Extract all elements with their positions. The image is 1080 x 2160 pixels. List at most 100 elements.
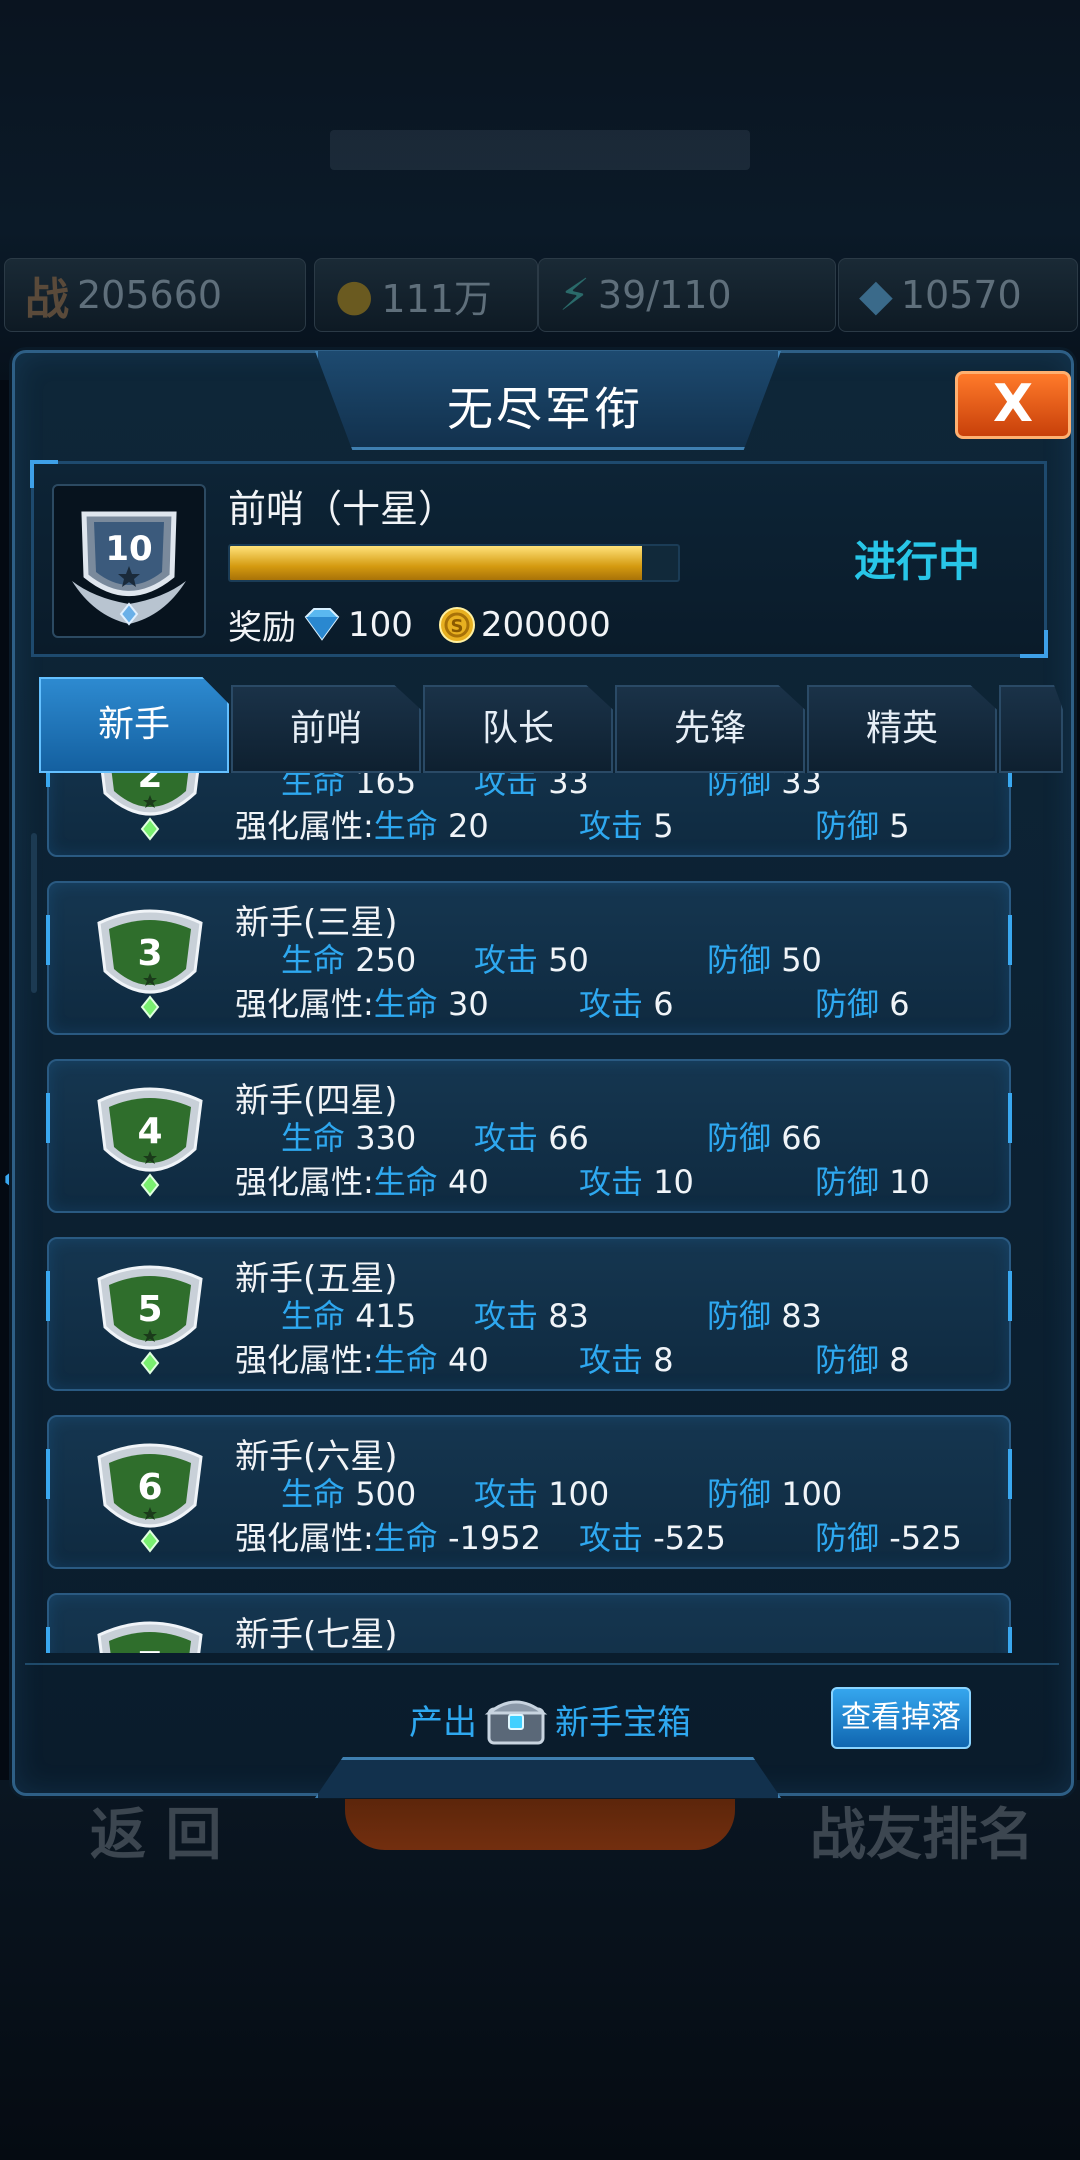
rank-list[interactable]: 2 生命 165 攻击 33 防御 33 强化属性:生命 20 攻击 5 防御 5 3 新手(三… bbox=[35, 773, 1035, 1653]
enhance-stats: 强化属性:生命 40 bbox=[235, 1335, 489, 1381]
energy-value: 39/110 bbox=[597, 273, 732, 317]
enhance-def-label: 防御 bbox=[815, 1519, 880, 1557]
enhance-def: 防御 8 bbox=[815, 1335, 910, 1381]
enhance-hp-value: 30 bbox=[447, 985, 489, 1023]
hp-label: 生命 bbox=[281, 1475, 346, 1513]
rank-title: 新手(七星) bbox=[235, 1615, 398, 1653]
rank-card[interactable]: 5 新手(五星) 生命 415 攻击 83 防御 83 强化属性:生命 40 攻击 8 防御 … bbox=[46, 1237, 1012, 1391]
atk-value: 66 bbox=[548, 1119, 589, 1157]
reward-gold-amount: 200000 bbox=[480, 604, 611, 645]
def-label: 防御 bbox=[707, 1475, 772, 1513]
rank-status: 进行中 bbox=[854, 537, 981, 586]
reward-label: 奖励 bbox=[228, 608, 296, 648]
gold-value: 111万 bbox=[381, 276, 492, 321]
base-atk: 攻击 100 bbox=[474, 1469, 609, 1515]
enhance-hp-value: 20 bbox=[447, 807, 489, 845]
battle-power-icon: 战 bbox=[25, 274, 69, 325]
hp-value: 500 bbox=[355, 1475, 417, 1513]
rank-card[interactable]: 4 新手(四星) 生命 330 攻击 66 防御 66 强化属性:生命 40 攻击 10 防御… bbox=[46, 1059, 1012, 1213]
diamond-stat: ◆ 10570 bbox=[838, 258, 1078, 332]
base-def: 防御 100 bbox=[707, 1469, 842, 1515]
view-drops-button[interactable]: 查看掉落 bbox=[831, 1687, 971, 1749]
ranking-button[interactable]: 战友排名 bbox=[810, 1790, 1034, 1871]
enhance-atk-label: 攻击 bbox=[579, 1341, 644, 1379]
hp-label: 生命 bbox=[281, 773, 346, 801]
enhance-atk-value: 10 bbox=[653, 1163, 694, 1201]
hp-label: 生命 bbox=[281, 1297, 346, 1335]
dialog-title: 无尽军衔 bbox=[447, 382, 643, 436]
base-def: 防御 83 bbox=[707, 1291, 822, 1337]
background-main-button bbox=[345, 1790, 735, 1850]
atk-value: 33 bbox=[548, 773, 589, 801]
atk-label: 攻击 bbox=[474, 773, 539, 801]
enhance-label: 强化属性: bbox=[235, 1519, 374, 1557]
atk-value: 100 bbox=[548, 1475, 610, 1513]
base-stats: 生命 165 bbox=[281, 773, 416, 803]
gold-coin-icon: ● bbox=[335, 269, 374, 321]
hp-label: 生命 bbox=[281, 941, 346, 979]
enhance-atk-label: 攻击 bbox=[579, 807, 644, 845]
enhance-label: 强化属性: bbox=[235, 1163, 374, 1201]
enhance-hp-label: 生命 bbox=[373, 1341, 438, 1379]
enhance-hp-value: 40 bbox=[447, 1341, 489, 1379]
enhance-atk: 攻击 10 bbox=[579, 1157, 694, 1203]
tab-next-partial[interactable] bbox=[999, 685, 1063, 773]
rank-progress-fill bbox=[230, 546, 643, 580]
rank-badge-icon: 6 bbox=[97, 1443, 203, 1553]
atk-label: 攻击 bbox=[474, 1119, 539, 1157]
produce-label: 产出 bbox=[409, 1702, 477, 1743]
def-value: 66 bbox=[781, 1119, 822, 1157]
battle-power-stat: 战 205660 bbox=[4, 258, 306, 332]
tab-captain[interactable]: 队长 bbox=[423, 685, 613, 773]
rank-tabs: 新手 前哨 队长 先锋 精英 bbox=[31, 675, 1063, 773]
hp-value: 415 bbox=[355, 1297, 417, 1335]
enhance-stats: 强化属性:生命 -1952 bbox=[235, 1513, 541, 1559]
tab-vanguard[interactable]: 先锋 bbox=[615, 685, 805, 773]
tab-novice[interactable]: 新手 bbox=[39, 677, 229, 773]
rank-card[interactable]: 7新手(七星)生命 攻击 防御 强化属性:生命 攻击 防御 bbox=[46, 1593, 1012, 1653]
base-atk: 攻击 33 bbox=[474, 773, 589, 803]
back-button[interactable]: 返 回 bbox=[90, 1790, 222, 1871]
atk-value: 50 bbox=[548, 941, 589, 979]
base-atk: 攻击 50 bbox=[474, 935, 589, 981]
tab-outpost[interactable]: 前哨 bbox=[231, 685, 421, 773]
background-blurred-title bbox=[330, 130, 750, 170]
gold-coin-icon: S bbox=[438, 606, 475, 643]
treasure-chest-icon bbox=[484, 1700, 548, 1745]
enhance-hp-value: 40 bbox=[447, 1163, 489, 1201]
close-button[interactable]: X bbox=[955, 371, 1071, 439]
current-rank-level: 10 bbox=[105, 529, 152, 569]
enhance-atk: 攻击 8 bbox=[579, 1335, 674, 1381]
def-value: 50 bbox=[781, 941, 822, 979]
rank-card[interactable]: 3 新手(三星) 生命 250 攻击 50 防御 50 强化属性:生命 30 攻击 6 防御 … bbox=[46, 881, 1012, 1035]
enhance-atk-label: 攻击 bbox=[579, 985, 644, 1023]
enhance-hp-label: 生命 bbox=[373, 1519, 438, 1557]
def-label: 防御 bbox=[707, 773, 772, 801]
tab-elite[interactable]: 精英 bbox=[807, 685, 997, 773]
enhance-label: 强化属性: bbox=[235, 985, 374, 1023]
rank-badge-icon: 7 bbox=[97, 1621, 203, 1653]
enhance-atk-value: -525 bbox=[653, 1519, 726, 1557]
enhance-hp-value: -1952 bbox=[447, 1519, 541, 1557]
def-value: 33 bbox=[781, 773, 822, 801]
base-def: 防御 50 bbox=[707, 935, 822, 981]
current-rank-badge-icon: 10 bbox=[52, 484, 206, 638]
base-stats: 生命 250 bbox=[281, 935, 416, 981]
hp-label: 生命 bbox=[281, 1119, 346, 1157]
rank-card[interactable]: 6 新手(六星) 生命 500 攻击 100 防御 100 强化属性:生命 -1952 攻击… bbox=[46, 1415, 1012, 1569]
chest-name: 新手宝箱 bbox=[555, 1702, 691, 1743]
base-def: 防御 66 bbox=[707, 1113, 822, 1159]
rank-card[interactable]: 2 生命 165 攻击 33 防御 33 强化属性:生命 20 攻击 5 防御 5 bbox=[46, 773, 1012, 857]
endless-rank-dialog: 无尽军衔 X 10 前哨（十星） 奖励 100 S 200000 进行中 新手 … bbox=[12, 350, 1074, 1798]
base-stats: 生命 330 bbox=[281, 1113, 416, 1159]
rank-badge-number: 7 bbox=[137, 1645, 162, 1653]
enhance-def-value: 5 bbox=[889, 807, 910, 845]
atk-label: 攻击 bbox=[474, 941, 539, 979]
def-label: 防御 bbox=[707, 941, 772, 979]
bottom-plate bbox=[315, 1757, 781, 1798]
rank-badge-icon: 2 bbox=[100, 773, 200, 841]
enhance-hp-label: 生命 bbox=[373, 1163, 438, 1201]
enhance-hp-label: 生命 bbox=[373, 985, 438, 1023]
enhance-def-label: 防御 bbox=[815, 807, 880, 845]
rank-badge-icon: 4 bbox=[97, 1087, 203, 1197]
